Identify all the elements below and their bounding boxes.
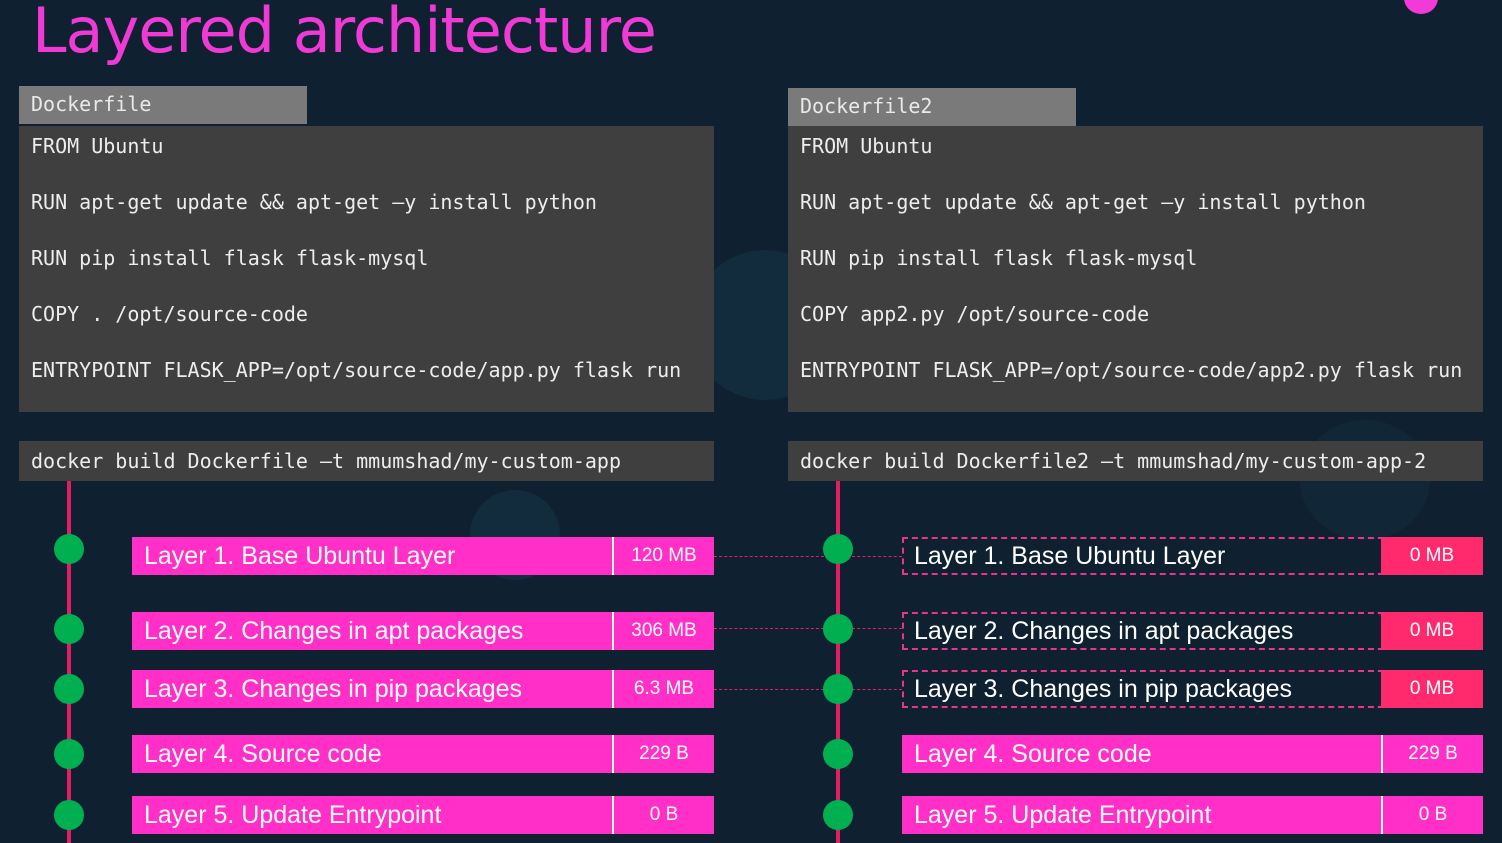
layer-node (823, 614, 853, 644)
dockerfile-code: FROM Ubuntu RUN apt-get update && apt-ge… (19, 126, 714, 412)
layer-size: 6.3 MB (612, 670, 714, 708)
code-line: RUN pip install flask flask-mysql (31, 246, 429, 270)
layer-name: Layer 1. Base Ubuntu Layer (144, 541, 456, 570)
layer-size: 0 MB (1381, 670, 1483, 708)
layer-node (54, 739, 84, 769)
build-command: docker build Dockerfile –t mmumshad/my-c… (19, 441, 714, 481)
layer-size: 229 B (612, 735, 714, 773)
layer-connector (852, 556, 902, 557)
cached-layer-bar: Layer 2. Changes in apt packages 0 MB (902, 612, 1483, 650)
layer-size: 306 MB (612, 612, 714, 650)
layer-bar: Layer 5. Update Entrypoint 0 B (902, 796, 1483, 834)
layer-connector (714, 556, 824, 557)
dockerfile-tab: Dockerfile (19, 86, 307, 124)
code-line: ENTRYPOINT FLASK_APP=/opt/source-code/ap… (31, 358, 682, 382)
code-line: FROM Ubuntu (800, 134, 933, 158)
layer-node (54, 674, 84, 704)
code-line: RUN apt-get update && apt-get –y install… (800, 190, 1366, 214)
dockerfile2-tab: Dockerfile2 (788, 88, 1076, 126)
layer-node (54, 614, 84, 644)
layer-name: Layer 2. Changes in apt packages (914, 616, 1294, 645)
code-line: RUN pip install flask flask-mysql (800, 246, 1198, 270)
code-line: COPY app2.py /opt/source-code (800, 302, 1150, 326)
layer-name: Layer 3. Changes in pip packages (144, 674, 523, 703)
layer-size: 0 B (1381, 796, 1483, 834)
build-command-2: docker build Dockerfile2 –t mmumshad/my-… (788, 441, 1483, 481)
layer-name: Layer 4. Source code (914, 739, 1152, 768)
layer-connector (852, 689, 902, 690)
layer-node (823, 674, 853, 704)
layer-bar: Layer 2. Changes in apt packages 306 MB (132, 612, 714, 650)
layer-name: Layer 5. Update Entrypoint (144, 800, 442, 829)
layer-size: 229 B (1381, 735, 1483, 773)
layer-connector (852, 628, 902, 629)
dockerfile2-code: FROM Ubuntu RUN apt-get update && apt-ge… (788, 126, 1483, 412)
layer-name: Layer 5. Update Entrypoint (914, 800, 1212, 829)
code-line: COPY . /opt/source-code (31, 302, 308, 326)
layer-bar: Layer 4. Source code 229 B (902, 735, 1483, 773)
layer-node (54, 534, 84, 564)
layer-name: Layer 4. Source code (144, 739, 382, 768)
page-title: Layered architecture (32, 0, 657, 67)
layer-node (823, 534, 853, 564)
code-line: FROM Ubuntu (31, 134, 164, 158)
cached-layer-bar: Layer 3. Changes in pip packages 0 MB (902, 670, 1483, 708)
code-line: RUN apt-get update && apt-get –y install… (31, 190, 597, 214)
corner-decoration-dot (1404, 0, 1438, 14)
layer-bar: Layer 3. Changes in pip packages 6.3 MB (132, 670, 714, 708)
layer-size: 0 MB (1381, 537, 1483, 575)
layer-name: Layer 1. Base Ubuntu Layer (914, 541, 1226, 570)
layer-bar: Layer 1. Base Ubuntu Layer 120 MB (132, 537, 714, 575)
layer-size: 0 B (612, 796, 714, 834)
layer-connector (714, 689, 824, 690)
code-line: ENTRYPOINT FLASK_APP=/opt/source-code/ap… (800, 358, 1463, 382)
layer-node (54, 800, 84, 830)
layer-size: 120 MB (612, 537, 714, 575)
cached-layer-bar: Layer 1. Base Ubuntu Layer 0 MB (902, 537, 1483, 575)
layer-name: Layer 3. Changes in pip packages (914, 674, 1293, 703)
layer-node (823, 739, 853, 769)
layer-size: 0 MB (1381, 612, 1483, 650)
layer-node (823, 800, 853, 830)
layer-connector (714, 628, 824, 629)
layer-bar: Layer 5. Update Entrypoint 0 B (132, 796, 714, 834)
layer-name: Layer 2. Changes in apt packages (144, 616, 524, 645)
layer-bar: Layer 4. Source code 229 B (132, 735, 714, 773)
